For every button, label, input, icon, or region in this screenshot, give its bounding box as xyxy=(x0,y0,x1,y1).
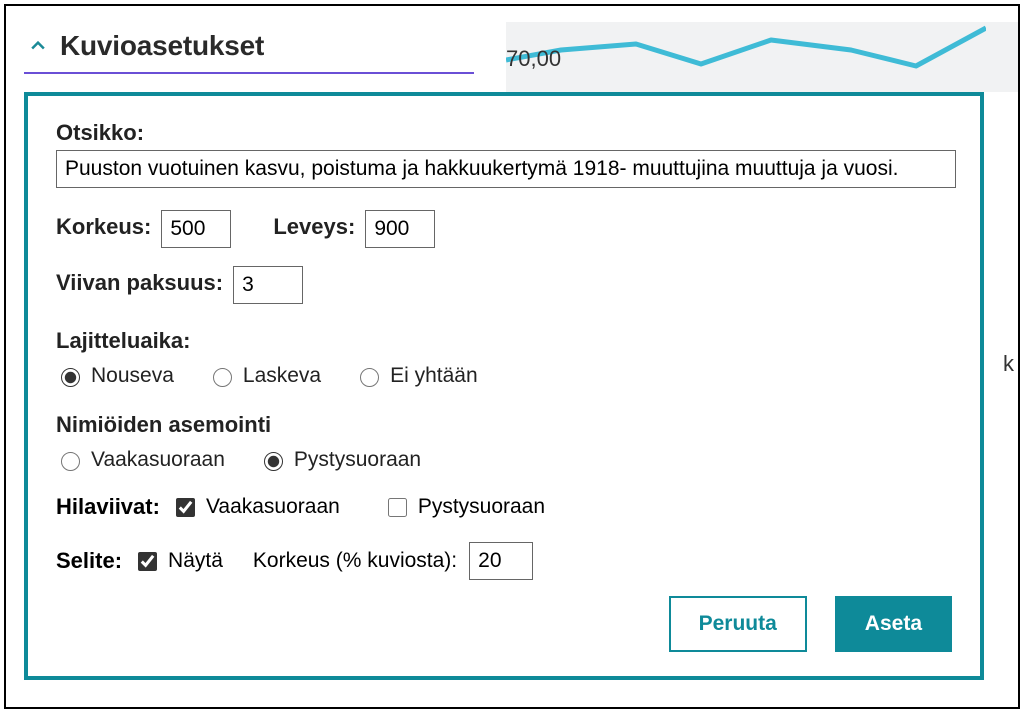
chart-y-tick: 70,00 xyxy=(506,46,561,72)
grid-vertical-checkbox[interactable] xyxy=(388,498,407,517)
legend-height-input[interactable] xyxy=(469,542,533,580)
label-orient-label: Nimiöiden asemointi xyxy=(56,412,952,438)
width-label: Leveys: xyxy=(273,214,355,240)
gridlines-label: Hilaviivat: xyxy=(56,494,160,520)
orient-vertical-radio[interactable] xyxy=(264,452,283,471)
width-input[interactable] xyxy=(365,210,435,248)
line-width-input[interactable] xyxy=(233,266,303,304)
grid-horizontal-option[interactable]: Vaakasuoraan xyxy=(172,495,340,520)
height-label: Korkeus: xyxy=(56,214,151,240)
height-input[interactable] xyxy=(161,210,231,248)
title-label: Otsikko: xyxy=(56,120,144,146)
title-input[interactable] xyxy=(56,150,956,188)
sort-asc-label: Nouseva xyxy=(91,364,174,388)
grid-vertical-option[interactable]: Pystysuoraan xyxy=(384,495,545,520)
accordion-header[interactable]: Kuvioasetukset xyxy=(24,24,474,74)
apply-button[interactable]: Aseta xyxy=(835,596,952,652)
grid-vertical-label: Pystysuoraan xyxy=(418,495,545,519)
legend-show-checkbox[interactable] xyxy=(138,552,157,571)
orient-vertical-option[interactable]: Pystysuoraan xyxy=(259,448,421,472)
sort-desc-option[interactable]: Laskeva xyxy=(208,364,321,388)
legend-label: Selite: xyxy=(56,548,122,574)
settings-panel: Otsikko: Korkeus: Leveys: Viivan paksuus… xyxy=(24,92,984,680)
orient-horizontal-label: Vaakasuoraan xyxy=(91,448,225,472)
sort-asc-option[interactable]: Nouseva xyxy=(56,364,174,388)
chevron-up-icon xyxy=(28,36,48,56)
sort-asc-radio[interactable] xyxy=(61,368,80,387)
grid-horizontal-checkbox[interactable] xyxy=(176,498,195,517)
background-chart xyxy=(506,22,1018,92)
accordion-title: Kuvioasetukset xyxy=(60,30,264,62)
sort-label: Lajitteluaika: xyxy=(56,328,952,354)
cancel-button[interactable]: Peruuta xyxy=(669,596,807,652)
sort-none-label: Ei yhtään xyxy=(390,364,478,388)
legend-height-label: Korkeus (% kuviosta): xyxy=(253,549,457,573)
orient-vertical-label: Pystysuoraan xyxy=(294,448,421,472)
orient-horizontal-option[interactable]: Vaakasuoraan xyxy=(56,448,225,472)
grid-horizontal-label: Vaakasuoraan xyxy=(206,495,340,519)
legend-show-label: Näytä xyxy=(168,549,223,573)
sort-none-radio[interactable] xyxy=(360,368,379,387)
sort-none-option[interactable]: Ei yhtään xyxy=(355,364,478,388)
line-width-label: Viivan paksuus: xyxy=(56,270,223,296)
sort-desc-label: Laskeva xyxy=(243,364,321,388)
chart-right-marker: k xyxy=(1003,351,1014,377)
sort-desc-radio[interactable] xyxy=(213,368,232,387)
orient-horizontal-radio[interactable] xyxy=(61,452,80,471)
legend-show-option[interactable]: Näytä xyxy=(134,549,223,574)
